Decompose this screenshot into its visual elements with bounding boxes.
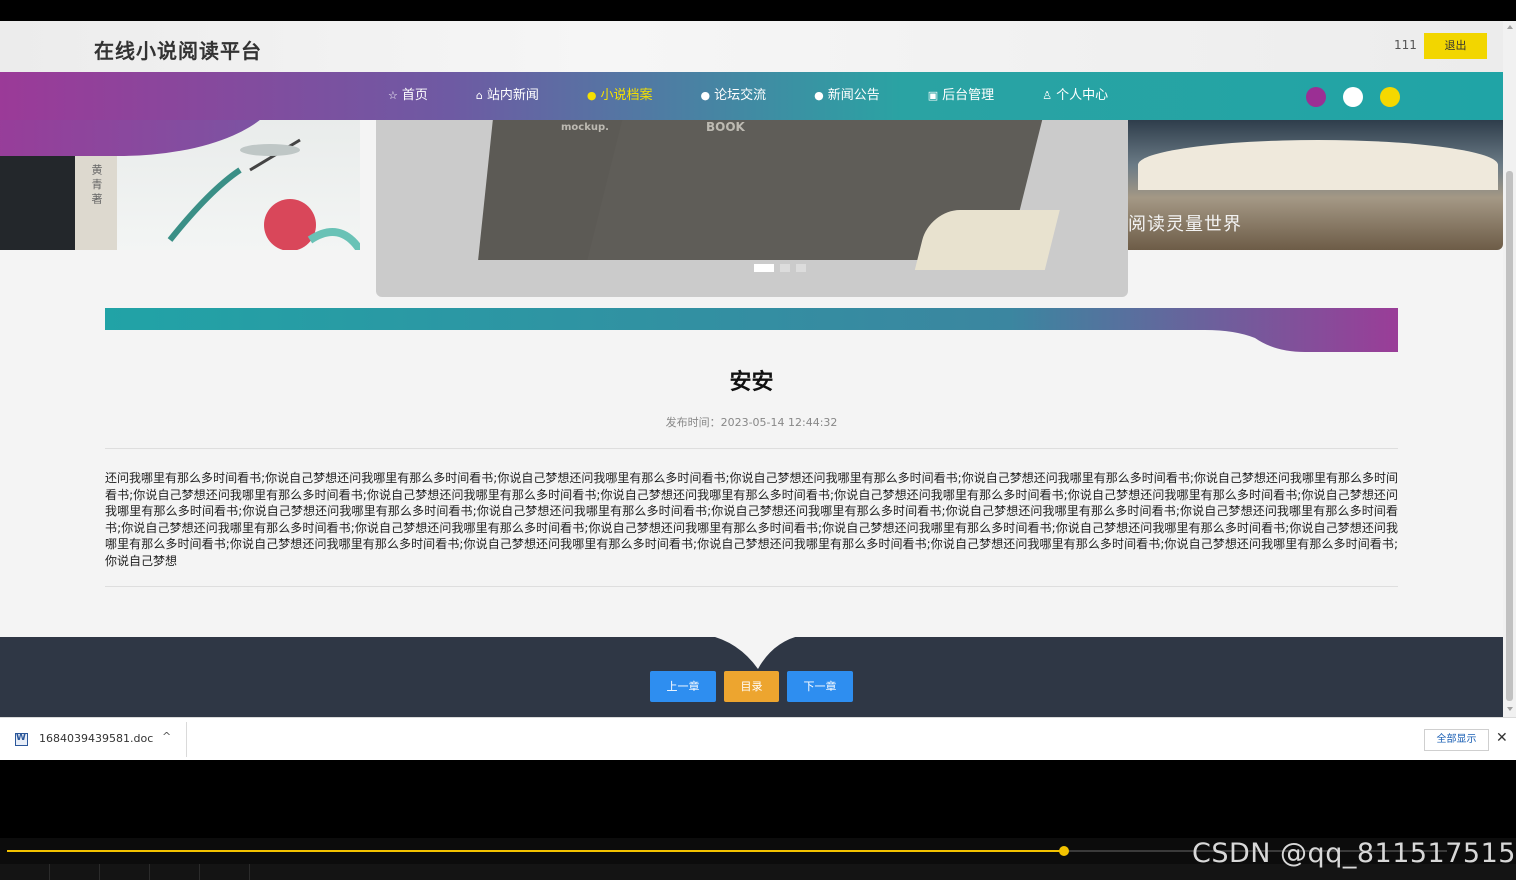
divider: [105, 586, 1398, 587]
book-mockup-front: [587, 120, 1060, 270]
dot-icon: ●: [700, 89, 711, 102]
video-player-bar: CSDN @qq_811517515: [0, 838, 1516, 880]
scroll-up-icon[interactable]: [1507, 25, 1513, 29]
theme-color-white[interactable]: [1343, 87, 1363, 107]
carousel-dot[interactable]: [780, 264, 790, 272]
nav-item-label: 论坛交流: [714, 88, 767, 103]
carousel-dot[interactable]: [796, 264, 806, 272]
dragonfly-lotus-illustration: [167, 138, 360, 250]
book-label-mockup: mockup.: [561, 122, 609, 133]
star-icon: ☆: [388, 89, 398, 102]
chapter-footer: 上一章 目录 下一章: [0, 625, 1503, 717]
book-spine: 黄 青 著: [75, 156, 117, 250]
username: 111: [1394, 38, 1417, 52]
table-of-contents-button[interactable]: 目录: [724, 671, 779, 702]
nav-item-1[interactable]: ⌂ 站内新闻: [476, 72, 539, 120]
footer-notch: [654, 625, 854, 669]
dot-icon: ●: [586, 89, 597, 102]
banner-left-text: 黄 青 著: [90, 164, 103, 204]
main-nav: ☆ 首页 ⌂ 站内新闻 ● 小说档案 ● 论坛交流 ● 新闻公告 ▣ 后台管理 ♙ 个人中心: [0, 72, 1503, 120]
person-icon: ♙: [1042, 89, 1053, 102]
building-icon: ▣: [927, 89, 939, 102]
dot-icon: ●: [814, 89, 824, 102]
site-title[interactable]: 在线小说阅读平台: [94, 35, 262, 64]
carousel-dots: [754, 264, 812, 272]
nav-items: ☆ 首页 ⌂ 站内新闻 ● 小说档案 ● 论坛交流 ● 新闻公告 ▣ 后台管理 ♙ 个人中心: [388, 72, 1156, 120]
vertical-scrollbar[interactable]: [1503, 21, 1516, 717]
carousel-dot-active[interactable]: [754, 264, 774, 272]
theme-color-purple[interactable]: [1306, 87, 1326, 107]
home-icon: ⌂: [475, 89, 483, 102]
progress-fill: [7, 850, 1063, 852]
banner-slide-left[interactable]: 黄 青 著: [0, 120, 360, 250]
nav-item-0[interactable]: ☆ 首页: [388, 72, 428, 120]
nav-item-2[interactable]: ● 小说档案: [587, 72, 653, 120]
banner-slide-right[interactable]: 阅读灵量世界: [1128, 120, 1503, 250]
word-doc-icon: [15, 733, 28, 746]
publish-time: 发布时间：2023-05-14 12:44:32: [665, 416, 838, 429]
nav-item-label: 后台管理: [942, 88, 995, 103]
scrollbar-thumb[interactable]: [1506, 171, 1513, 701]
divider: [186, 722, 187, 757]
close-icon[interactable]: ✕: [1496, 730, 1508, 746]
nav-item-6[interactable]: ♙ 个人中心: [1042, 72, 1108, 120]
nav-item-label: 新闻公告: [827, 88, 880, 103]
nav-item-5[interactable]: ▣ 后台管理: [928, 72, 994, 120]
nav-item-4[interactable]: ● 新闻公告: [814, 72, 880, 120]
next-chapter-button[interactable]: 下一章: [787, 671, 853, 702]
progress-knob[interactable]: [1059, 846, 1069, 856]
banner-right-text: 阅读灵量世界: [1128, 214, 1242, 235]
section-header-band: [105, 308, 1398, 352]
article-title: 安安: [729, 370, 774, 395]
download-bar: 1684039439581.doc ^ 全部显示 ✕: [0, 717, 1516, 760]
browser-window: 在线小说阅读平台 111 退出 ☆ 首页 ⌂ 站内新闻 ● 小说档案 ● 论坛交流 ● 新闻公告 ▣…: [0, 21, 1516, 760]
nav-item-label: 小说档案: [600, 88, 653, 103]
book-cover-dark: [0, 156, 75, 250]
chevron-up-icon[interactable]: ^: [162, 730, 171, 743]
nav-item-label: 站内新闻: [486, 88, 539, 103]
banner-carousel[interactable]: 黄 青 著 mockup. BOOK 阅读灵量世界: [0, 120, 1503, 300]
nav-item-label: 个人中心: [1056, 88, 1109, 103]
article-body: 还问我哪里有那么多时间看书;你说自己梦想还问我哪里有那么多时间看书;你说自己梦想…: [105, 471, 1398, 568]
page: 在线小说阅读平台 111 退出 ☆ 首页 ⌂ 站内新闻 ● 小说档案 ● 论坛交流 ● 新闻公告 ▣…: [0, 21, 1503, 717]
csdn-watermark: CSDN @qq_811517515: [1192, 838, 1516, 869]
logout-button[interactable]: 退出: [1424, 33, 1487, 59]
download-file-name[interactable]: 1684039439581.doc: [39, 732, 153, 745]
show-all-downloads-button[interactable]: 全部显示: [1424, 729, 1489, 751]
nav-item-3[interactable]: ● 论坛交流: [701, 72, 767, 120]
open-book-pages: [1138, 140, 1498, 190]
prev-chapter-button[interactable]: 上一章: [650, 671, 716, 702]
theme-color-yellow[interactable]: [1380, 87, 1400, 107]
scroll-down-icon[interactable]: [1507, 707, 1513, 711]
top-bar: 在线小说阅读平台 111 退出: [0, 21, 1503, 72]
divider: [105, 448, 1398, 449]
book-label-book: BOOK: [706, 120, 745, 134]
nav-item-label: 首页: [401, 88, 428, 103]
banner-slide-center[interactable]: mockup. BOOK: [376, 120, 1128, 297]
